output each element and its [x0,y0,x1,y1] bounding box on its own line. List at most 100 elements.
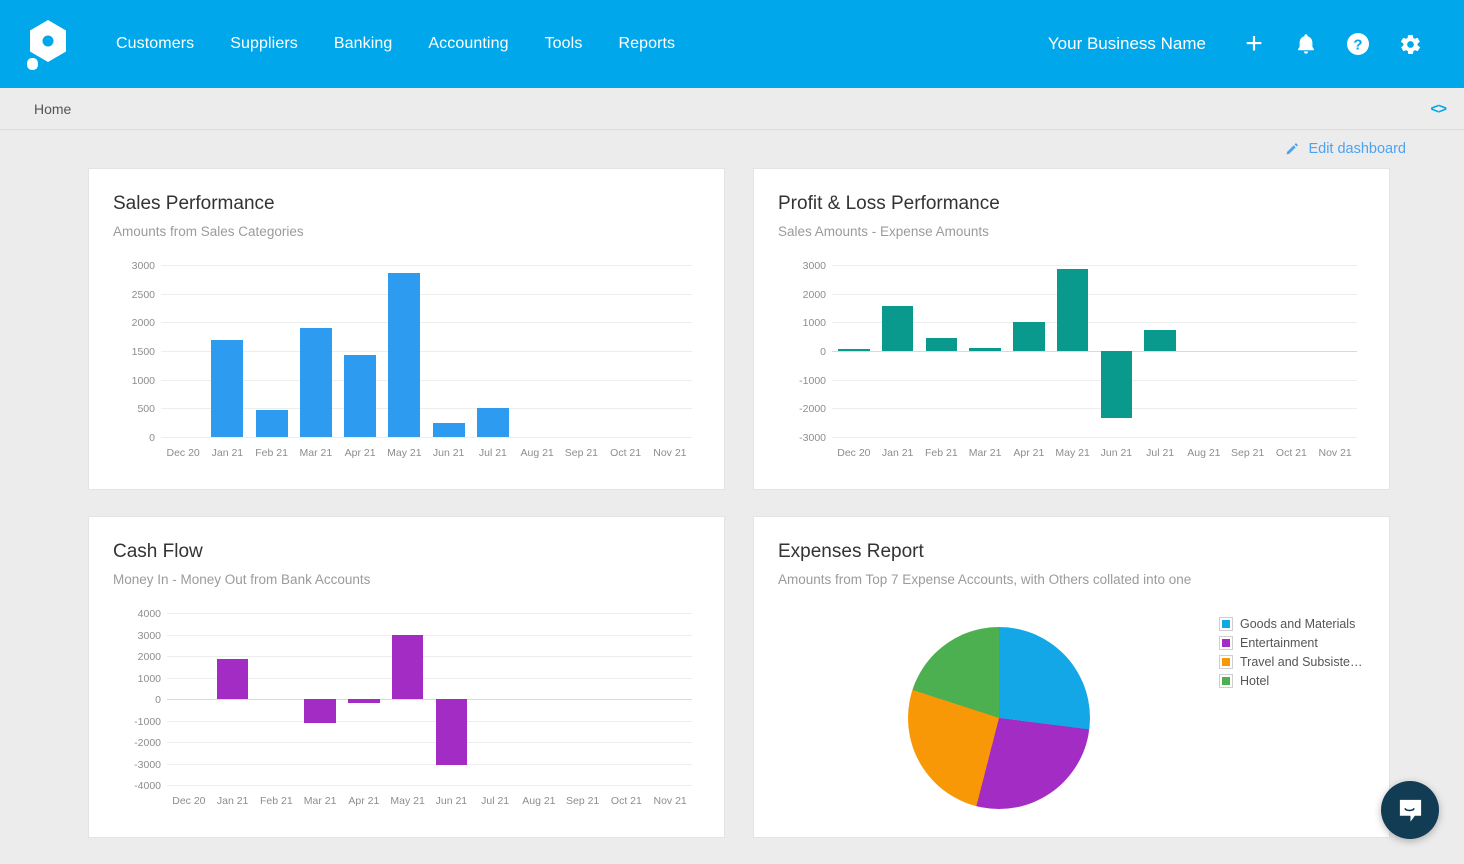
bar-column[interactable] [205,265,249,437]
bar-column[interactable] [250,265,294,437]
bar-column[interactable] [430,613,474,785]
bar-column[interactable] [382,265,426,437]
bar-column[interactable] [559,265,603,437]
business-name-label[interactable]: Your Business Name [1048,34,1206,54]
bar[interactable] [882,306,914,351]
logo-hexagon-shape [30,20,66,62]
bar[interactable] [217,659,249,699]
bar-column[interactable] [338,265,382,437]
y-axis-tick-label: 0 [149,432,155,444]
bar[interactable] [1144,330,1176,352]
bar[interactable] [433,423,465,437]
bar-column[interactable] [1007,265,1051,437]
grid-line: -3000 [832,437,1357,438]
code-brackets-icon[interactable]: <> [1430,100,1446,117]
bar-column[interactable] [648,613,692,785]
bar[interactable] [1013,322,1045,351]
nav-item-accounting[interactable]: Accounting [410,25,526,63]
bar-column[interactable] [1226,265,1270,437]
bar[interactable] [969,348,1001,351]
bar-column[interactable] [920,265,964,437]
bar-column[interactable] [473,613,517,785]
bar-column[interactable] [1138,265,1182,437]
nav-item-suppliers[interactable]: Suppliers [212,25,316,63]
y-axis-tick-label: 1500 [132,346,155,358]
hexagon-logo-icon[interactable] [24,18,70,70]
bar[interactable] [300,328,332,437]
card-subtitle: Amounts from Sales Categories [113,224,700,239]
logo-dot-shape [27,58,38,70]
breadcrumb-item-home[interactable]: Home [34,101,71,117]
bar-column[interactable] [832,265,876,437]
nav-item-customers[interactable]: Customers [98,25,212,63]
nav-item-banking[interactable]: Banking [316,25,411,63]
notifications-button[interactable] [1280,18,1332,70]
bar-column[interactable] [1270,265,1314,437]
bar[interactable] [436,699,468,765]
bar-column[interactable] [1095,265,1139,437]
nav-item-reports[interactable]: Reports [600,25,693,63]
bar-column[interactable] [298,613,342,785]
bar[interactable] [1101,351,1133,418]
x-axis-tick-label: May 21 [386,795,430,807]
legend-item[interactable]: Goods and Materials [1220,617,1363,631]
bar-column[interactable] [211,613,255,785]
edit-dashboard-button[interactable]: Edit dashboard [1285,141,1406,157]
bar-column[interactable] [605,613,649,785]
card-title: Expenses Report [778,541,1365,563]
bar-column[interactable] [161,265,205,437]
bar-column[interactable] [1313,265,1357,437]
bar-column[interactable] [167,613,211,785]
x-axis-tick-label: Oct 21 [605,795,649,807]
x-axis-tick-label: Jul 21 [471,447,515,459]
bar-column[interactable] [471,265,515,437]
nav-item-tools[interactable]: Tools [527,25,601,63]
y-axis-tick-label: 500 [137,403,155,415]
legend-item[interactable]: Hotel [1220,674,1363,688]
bar[interactable] [477,408,509,437]
bar-column[interactable] [294,265,338,437]
help-button[interactable]: ? [1332,18,1384,70]
bar[interactable] [256,410,288,437]
bar[interactable] [388,273,420,437]
legend-item[interactable]: Travel and Subsiste… [1220,655,1363,669]
bar[interactable] [838,349,870,351]
legend-swatch [1220,637,1232,649]
chat-launcher-button[interactable] [1381,781,1439,839]
bar-column[interactable] [255,613,299,785]
bar-column[interactable] [963,265,1007,437]
card-subtitle: Amounts from Top 7 Expense Accounts, wit… [778,572,1365,587]
chart-expenses-report: Goods and Materials Entertainment Travel a… [778,609,1365,827]
bar-column[interactable] [515,265,559,437]
bar[interactable] [348,699,380,703]
bar-series [161,265,692,437]
y-axis-tick-label: -3000 [799,432,826,444]
bar[interactable] [1057,269,1089,351]
settings-button[interactable] [1384,18,1436,70]
bar[interactable] [304,699,336,723]
bar-column[interactable] [517,613,561,785]
y-axis-tick-label: -1000 [134,716,161,728]
bar[interactable] [344,355,376,437]
bar[interactable] [211,340,243,437]
bar-column[interactable] [876,265,920,437]
bar-column[interactable] [561,613,605,785]
legend-item[interactable]: Entertainment [1220,636,1363,650]
add-new-button[interactable]: + [1228,18,1280,70]
legend-swatch [1220,656,1232,668]
bar-column[interactable] [427,265,471,437]
x-axis-tick-label: Nov 21 [648,795,692,807]
bar-column[interactable] [604,265,648,437]
bar-column[interactable] [1182,265,1226,437]
bar[interactable] [926,338,958,351]
bar-column[interactable] [1051,265,1095,437]
card-title: Cash Flow [113,541,700,563]
x-axis-labels: Dec 20Jan 21Feb 21Mar 21Apr 21May 21Jun … [167,795,692,807]
y-axis-tick-label: 4000 [138,608,161,620]
bar[interactable] [392,635,424,700]
bar-column[interactable] [386,613,430,785]
bar-column[interactable] [648,265,692,437]
bar-column[interactable] [342,613,386,785]
x-axis-tick-label: Sep 21 [561,795,605,807]
breadcrumb-bar: Home <> [0,88,1464,130]
